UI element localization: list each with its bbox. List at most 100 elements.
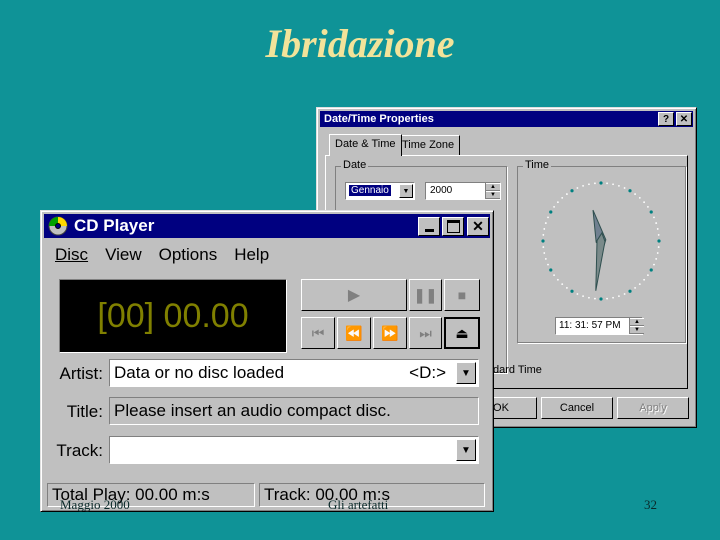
- help-button[interactable]: ?: [658, 112, 674, 126]
- clock-tick: [566, 193, 568, 195]
- pause-button[interactable]: ❚❚: [409, 279, 442, 311]
- pause-icon: ❚❚: [413, 286, 438, 303]
- clock-tick: [566, 287, 568, 289]
- clock-tick: [655, 222, 658, 224]
- analog-clock: [541, 181, 661, 301]
- time-group-label: Time: [523, 159, 552, 171]
- clock-tick: [655, 258, 658, 260]
- clock-tick: [628, 289, 632, 293]
- clock-tick: [653, 216, 655, 219]
- cd-titlebar[interactable]: CD Player ✕: [44, 214, 490, 238]
- rewind-button[interactable]: ⏪: [337, 317, 371, 349]
- clock-tick: [647, 206, 649, 208]
- clock-tick: [594, 182, 596, 185]
- clock-tick: [588, 183, 590, 186]
- tab-date-time[interactable]: Date & Time: [329, 134, 402, 156]
- clock-tick: [657, 246, 660, 248]
- close-icon: ✕: [472, 217, 484, 234]
- clock-tick: [570, 289, 574, 293]
- clock-tick: [541, 239, 545, 243]
- clock-tick: [599, 181, 603, 185]
- cd-player-window: CD Player ✕ Disc View Options Help [00] …: [40, 210, 494, 512]
- clock-tick: [653, 263, 655, 266]
- artist-label: Artist:: [59, 364, 103, 383]
- clock-tick: [612, 183, 614, 186]
- spin-down-icon: ▼: [630, 326, 644, 334]
- spin-up-icon: ▲: [486, 183, 500, 191]
- time-display: [00] 00.00: [59, 279, 287, 353]
- clock-tick: [576, 293, 579, 295]
- menu-options[interactable]: Options: [159, 245, 218, 265]
- eject-icon: ⏏: [455, 324, 469, 341]
- title-label: Title:: [66, 402, 103, 421]
- menu-disc[interactable]: Disc: [55, 245, 88, 265]
- cd-disc-icon: [48, 216, 68, 236]
- chevron-down-icon[interactable]: ▼: [456, 362, 476, 384]
- clock-tick: [553, 206, 555, 208]
- play-button[interactable]: ▶: [301, 279, 407, 311]
- cancel-button[interactable]: Cancel: [541, 397, 613, 419]
- clock-tick: [656, 252, 659, 254]
- clock-tick: [638, 283, 641, 286]
- close-button[interactable]: ✕: [676, 112, 692, 126]
- clock-tick: [606, 297, 608, 300]
- clock-tick: [657, 239, 661, 243]
- next-track-icon: ⏭: [419, 324, 432, 341]
- stop-button[interactable]: ■: [444, 279, 480, 311]
- clock-tick: [643, 201, 646, 204]
- eject-button[interactable]: ⏏: [444, 317, 480, 349]
- clock-tick: [612, 296, 614, 299]
- clock-tick: [618, 295, 620, 298]
- artist-dropdown[interactable]: Data or no disc loaded <D:> ▼: [109, 359, 479, 387]
- date-group-label: Date: [341, 159, 369, 171]
- stop-icon: ■: [457, 287, 467, 303]
- clock-tick: [643, 278, 646, 281]
- clock-tick: [606, 182, 608, 185]
- chevron-down-icon[interactable]: ▼: [456, 439, 476, 461]
- clock-tick: [542, 234, 545, 236]
- previous-track-icon: ⏮: [311, 324, 325, 341]
- tab-time-zone[interactable]: Time Zone: [396, 135, 461, 155]
- previous-track-button[interactable]: ⏮: [301, 317, 335, 349]
- maximize-button[interactable]: [442, 216, 464, 236]
- daylight-text: dard Time: [493, 364, 542, 376]
- spin-down-icon: ▼: [486, 191, 500, 199]
- clock-tick: [544, 222, 547, 224]
- clock-tick: [549, 268, 553, 272]
- clock-tick: [582, 295, 584, 298]
- clock-tick: [561, 196, 564, 199]
- clock-tick: [542, 246, 545, 248]
- close-button[interactable]: ✕: [467, 216, 489, 236]
- clock-tick: [634, 287, 636, 289]
- track-label: Track:: [56, 441, 103, 460]
- clock-tick: [570, 189, 574, 193]
- spin-up-icon: ▲: [630, 318, 644, 326]
- clock-tick: [561, 283, 564, 286]
- clock-tick: [649, 210, 653, 214]
- clock-tick: [656, 228, 659, 230]
- datetime-titlebar[interactable]: Date/Time Properties ? ✕: [320, 111, 693, 127]
- chevron-down-icon[interactable]: ▼: [399, 184, 413, 198]
- minimize-button[interactable]: [418, 216, 440, 236]
- clock-tick: [647, 274, 649, 276]
- month-dropdown[interactable]: Gennaio ▼: [345, 182, 415, 200]
- clock-tick: [543, 228, 546, 230]
- title-field[interactable]: Please insert an audio compact disc.: [109, 397, 479, 425]
- minimize-icon: [424, 228, 434, 232]
- clock-tick: [634, 193, 636, 195]
- apply-button[interactable]: Apply: [617, 397, 689, 419]
- footer-title: Gli artefatti: [328, 497, 389, 512]
- year-spinner[interactable]: 2000 ▲ ▼: [425, 182, 501, 200]
- menu-help[interactable]: Help: [234, 245, 269, 265]
- clock-tick: [638, 196, 641, 199]
- clock-tick: [547, 216, 549, 219]
- clock-tick: [556, 201, 559, 204]
- clock-tick: [549, 210, 553, 214]
- fast-forward-button[interactable]: ⏩: [373, 317, 407, 349]
- next-track-button[interactable]: ⏭: [409, 317, 442, 349]
- clock-tick: [623, 293, 626, 295]
- clock-tick: [599, 297, 603, 301]
- menu-view[interactable]: View: [105, 245, 142, 265]
- menu-bar: Disc View Options Help: [55, 245, 269, 265]
- track-dropdown[interactable]: ▼: [109, 436, 479, 464]
